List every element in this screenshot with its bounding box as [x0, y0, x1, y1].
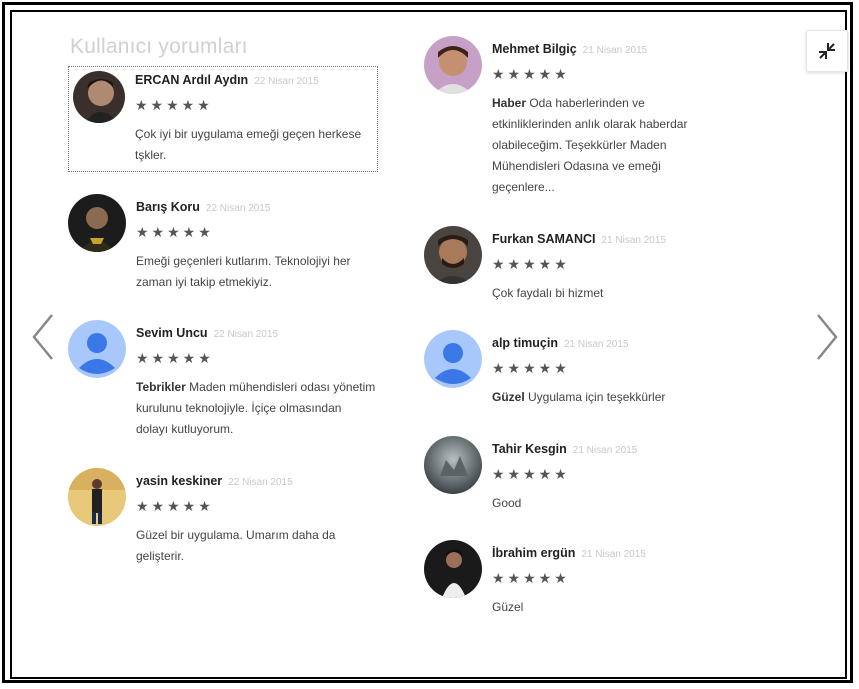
review-text: Tebrikler Maden mühendisleri odası yönet…: [136, 380, 376, 436]
review-card[interactable]: Sevim Uncu 22 Nisan 2015 ★★★★★ Tebrikler …: [68, 320, 388, 440]
avatar: [68, 194, 126, 252]
review-text: Çok faydalı bi hizmet: [492, 286, 604, 300]
review-author: Barış Koru: [136, 200, 200, 214]
star-rating: ★★★★★: [136, 498, 214, 514]
review-text: Emeği geçenleri kutlarım. Teknolojiyi he…: [136, 254, 351, 289]
star-rating: ★★★★★: [492, 466, 570, 482]
star-rating: ★★★★★: [492, 66, 570, 82]
avatar: [424, 36, 482, 94]
review-card[interactable]: Barış Koru 22 Nisan 2015 ★★★★★ Emeği geçe…: [68, 194, 388, 294]
review-author: ERCAN Ardıl Aydın: [135, 73, 249, 87]
review-author: İbrahim ergün: [492, 546, 576, 560]
review-date: 22 Nisan 2015: [254, 76, 319, 87]
review-text: Güzel bir uygulama. Umarım daha da geliş…: [136, 528, 336, 563]
review-author: Furkan SAMANCI: [492, 232, 596, 246]
review-card[interactable]: yasin keskiner 22 Nisan 2015 ★★★★★ Güzel …: [68, 468, 388, 568]
panel-title: Kullanıcı yorumları: [70, 35, 248, 58]
review-text: Haber Oda haberlerinden ve etkinliklerin…: [492, 96, 688, 194]
star-rating: ★★★★★: [135, 97, 213, 113]
star-rating: ★★★★★: [492, 570, 570, 586]
review-author: Tahir Kesgin: [492, 442, 567, 456]
review-date: 21 Nisan 2015: [582, 45, 648, 56]
review-text: Güzel: [492, 600, 524, 614]
star-rating: ★★★★★: [492, 360, 570, 376]
review-text: Güzel Uygulama için teşekkürler: [492, 390, 666, 404]
review-card[interactable]: alp timuçin 21 Nisan 2015 ★★★★★ Güzel Uyg…: [424, 330, 744, 410]
avatar: [424, 226, 482, 284]
collapse-button[interactable]: [806, 30, 848, 72]
collapse-arrows-icon: [819, 43, 835, 59]
review-author: yasin keskiner: [136, 474, 223, 488]
review-date: 22 Nisan 2015: [205, 203, 271, 214]
review-date: 22 Nisan 2015: [228, 477, 293, 488]
avatar: [424, 436, 482, 494]
review-card[interactable]: Tahir Kesgin 21 Nisan 2015 ★★★★★ Good: [424, 436, 744, 516]
previous-button[interactable]: [28, 312, 58, 362]
chevron-right-icon: [817, 314, 838, 360]
avatar: [73, 71, 125, 123]
default-avatar-icon: [68, 320, 126, 378]
review-date: 22 Nisan 2015: [213, 329, 279, 340]
star-rating: ★★★★★: [492, 256, 570, 272]
review-author: Mehmet Bilgiç: [492, 42, 577, 56]
review-card[interactable]: Mehmet Bilgiç 21 Nisan 2015 ★★★★★ Haber O…: [424, 36, 744, 206]
chevron-left-icon: [32, 314, 53, 360]
review-card[interactable]: ERCAN Ardıl Aydın 22 Nisan 2015 ★★★★★ Çok…: [68, 66, 378, 172]
review-author: alp timuçin: [492, 336, 558, 350]
next-button[interactable]: [812, 312, 842, 362]
review-text: Good: [492, 496, 522, 510]
review-author: Sevim Uncu: [136, 326, 208, 340]
review-card[interactable]: Furkan SAMANCI 21 Nisan 2015 ★★★★★ Çok fa…: [424, 226, 744, 306]
avatar: [424, 540, 482, 598]
review-text: Çok iyi bir uygulama emeği geçen herkese…: [135, 127, 362, 162]
review-date: 21 Nisan 2015: [601, 235, 666, 246]
default-avatar-icon: [424, 330, 482, 388]
review-date: 21 Nisan 2015: [572, 445, 638, 456]
star-rating: ★★★★★: [136, 224, 214, 240]
review-date: 21 Nisan 2015: [563, 339, 629, 350]
review-card[interactable]: İbrahim ergün 21 Nisan 2015 ★★★★★ Güzel: [424, 540, 744, 620]
avatar: [68, 468, 126, 526]
star-rating: ★★★★★: [136, 350, 214, 366]
review-date: 21 Nisan 2015: [581, 549, 646, 560]
